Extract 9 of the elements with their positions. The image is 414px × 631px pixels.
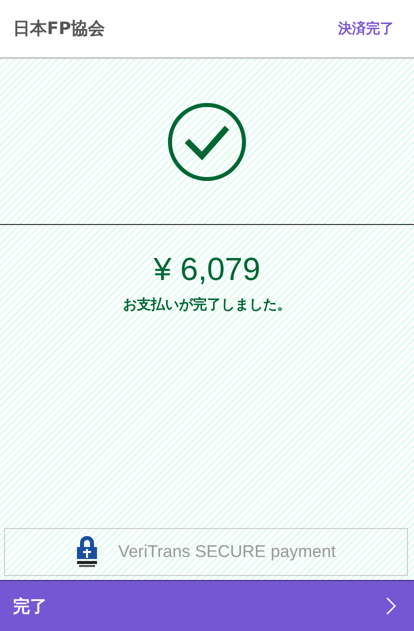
completion-message: お支払いが完了しました。	[123, 296, 291, 314]
chevron-right-icon	[386, 597, 396, 615]
lock-logo-icon	[76, 535, 98, 569]
status-label: 決済完了	[338, 20, 394, 38]
check-circle-icon	[167, 102, 247, 182]
amount: ¥ 6,079	[154, 251, 260, 288]
merchant-name: 日本FP協会	[13, 18, 106, 40]
done-button[interactable]: 完了	[0, 580, 414, 631]
secure-payment-text: VeriTrans SECURE payment	[118, 542, 336, 562]
